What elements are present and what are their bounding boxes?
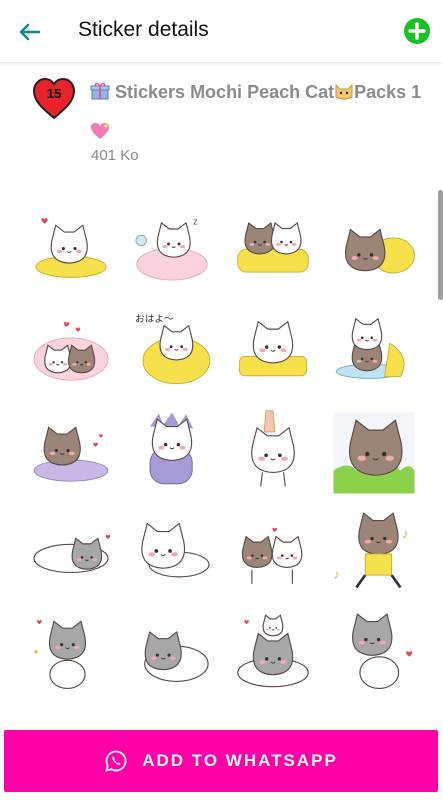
ohayo-text: おはよ〜: [135, 313, 174, 325]
sticker-image: [33, 321, 108, 381]
sticker-image: [344, 228, 415, 273]
sticker-image: [140, 522, 210, 577]
add-to-whatsapp-label: ADD TO WHATSAPP: [142, 751, 338, 770]
sticker-image: [143, 630, 209, 682]
sticker-cat-tired-pillow[interactable]: [222, 301, 323, 402]
sticker-cats-stacked-pillow[interactable]: [323, 301, 424, 402]
gift-icon: [90, 82, 110, 100]
svg-text:z: z: [193, 216, 197, 226]
add-to-whatsapp-button[interactable]: ADD TO WHATSAPP: [4, 730, 438, 792]
badge-number: 15: [46, 86, 62, 101]
sticker-cat-dancing-music[interactable]: ♪ ♪: [323, 503, 424, 604]
sticker-image: [333, 412, 414, 493]
sticker-image: [335, 317, 404, 379]
sticker-cat-sleeping-pillow[interactable]: [20, 200, 121, 301]
sticker-image: z: [134, 216, 208, 280]
sticker-cat-purple-cushion[interactable]: [20, 402, 121, 503]
sticker-cats-yellow-blanket[interactable]: [222, 200, 323, 301]
cat-face-icon: [335, 83, 353, 100]
sticker-cat-held-up[interactable]: [222, 402, 323, 503]
sticker-cat-ohayo[interactable]: おはよ〜: [121, 301, 222, 402]
pack-title: Stickers Mochi Peach Cat Packs 1: [90, 82, 421, 103]
add-circle-icon[interactable]: [403, 17, 431, 45]
sticker-image: [33, 425, 108, 482]
svg-text:✦: ✦: [32, 647, 39, 657]
sticker-image: [236, 221, 309, 273]
sticker-cats-pink-blanket[interactable]: [20, 301, 121, 402]
sticker-image: [236, 613, 309, 687]
svg-text:♪: ♪: [402, 527, 408, 541]
sticker-image: [250, 409, 295, 487]
pack-header: 15 Stickers Mochi Peach Cat Packs 1 401 …: [0, 62, 443, 200]
sticker-grid: z おはよ〜 ♪ ♪ ✦: [20, 200, 426, 705]
sticker-grey-cat-laughing[interactable]: ✦: [20, 604, 121, 705]
sticker-cat-blanket-bed[interactable]: z: [121, 200, 222, 301]
pack-size: 401 Ko: [91, 147, 139, 164]
sticker-cats-hugging[interactable]: [222, 503, 323, 604]
pack-count-badge: 15: [32, 77, 76, 121]
sparkling-heart-icon: [91, 123, 109, 139]
app-bar: Sticker details: [0, 0, 443, 62]
sticker-cat-under-blanket[interactable]: [323, 200, 424, 301]
sticker-image: [32, 534, 110, 573]
sticker-cat-dino-costume[interactable]: [121, 402, 222, 503]
sticker-image: [238, 320, 307, 376]
arrow-back-icon[interactable]: [14, 17, 44, 47]
page-title: Sticker details: [78, 18, 209, 41]
scrollbar[interactable]: [438, 190, 443, 300]
sticker-image: ✦: [32, 619, 86, 689]
pack-title-suffix: Packs 1: [354, 82, 422, 102]
sticker-image: [241, 527, 302, 584]
svg-text:♪: ♪: [333, 567, 339, 581]
sticker-grey-cat-lying[interactable]: [20, 503, 121, 604]
pack-title-text: Stickers Mochi Peach Cat: [115, 82, 335, 102]
sticker-grey-cats-stacked[interactable]: [222, 604, 323, 705]
sticker-image: [149, 412, 193, 484]
sticker-image: [34, 217, 107, 278]
sticker-cat-lying-happy[interactable]: [121, 503, 222, 604]
sticker-image: [351, 612, 412, 689]
whatsapp-icon: [105, 750, 127, 772]
sticker-image: ♪♪: [333, 511, 408, 588]
sticker-grey-cat-rolling[interactable]: [121, 604, 222, 705]
sticker-cat-in-grass[interactable]: [323, 402, 424, 503]
sticker-grey-cat-dancing[interactable]: [323, 604, 424, 705]
sticker-image: おはよ〜: [135, 313, 210, 384]
